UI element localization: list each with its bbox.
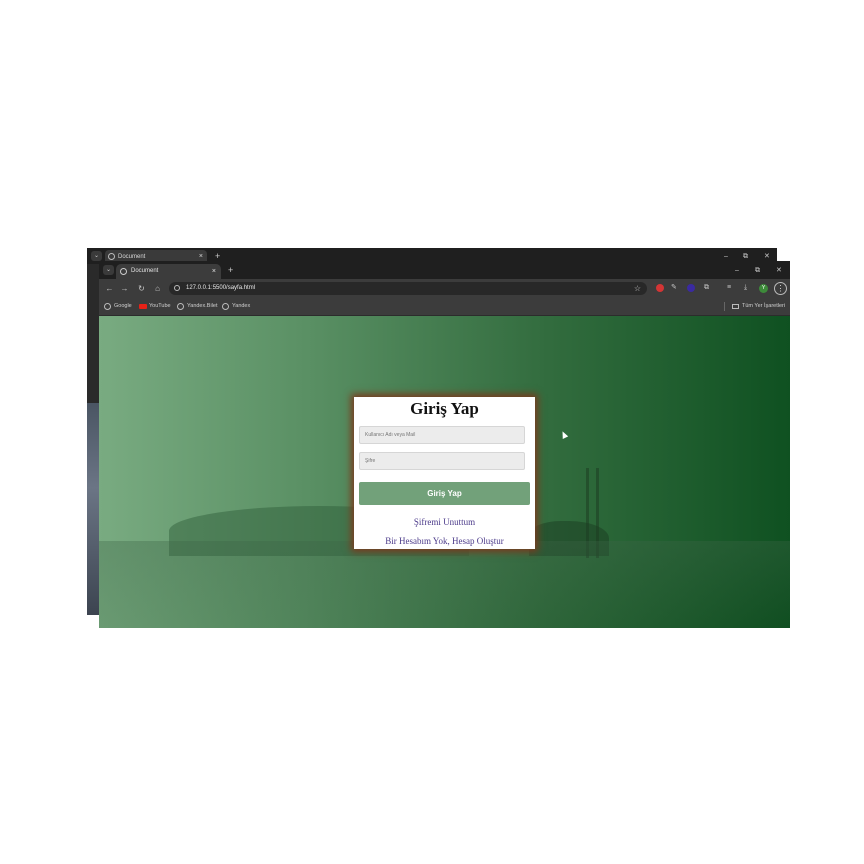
login-form: Giriş Yap Giriş Yap Şifremi Unuttum Bir … (354, 397, 535, 549)
bookmark-star-icon[interactable]: ☆ (634, 282, 641, 295)
browser-window: ⌄ Document × + – ⧉ ✕ ← → ↻ ⌂ 127.0.0.1:5… (99, 261, 790, 628)
minimize-button[interactable]: – (735, 266, 739, 276)
media-control-icon[interactable]: ≡ (727, 282, 731, 294)
globe-icon (222, 303, 229, 310)
bookmark-label: Google (114, 303, 132, 309)
extensions-puzzle-icon[interactable]: ⧉ (704, 282, 709, 294)
close-tab-icon[interactable]: × (212, 264, 216, 279)
tab-document[interactable]: Document × (116, 264, 221, 279)
background-sea (99, 541, 790, 628)
restore-button[interactable]: ⧉ (755, 266, 760, 276)
bookmark-youtube[interactable]: YouTube (139, 298, 171, 315)
address-bar[interactable]: 127.0.0.1:5500/sayfa.html ☆ (169, 282, 647, 295)
reload-icon[interactable]: ↻ (136, 283, 147, 294)
bookmarks-divider (724, 302, 725, 311)
login-button[interactable]: Giriş Yap (359, 482, 530, 505)
new-tab-button[interactable]: + (215, 251, 220, 261)
globe-icon (108, 253, 115, 260)
home-icon[interactable]: ⌂ (152, 283, 163, 294)
close-window-button[interactable]: ✕ (776, 266, 782, 276)
tab-search-button[interactable]: ⌄ (91, 251, 102, 261)
all-bookmarks-folder[interactable]: Tüm Yer İşaretleri (732, 298, 785, 315)
bookmark-google[interactable]: Google (104, 298, 132, 315)
bookmark-label: Yandex.Bilet (187, 303, 218, 309)
bookmark-label: YouTube (149, 303, 171, 309)
folder-icon (732, 304, 739, 309)
back-tab-title: Document (118, 254, 146, 260)
extension-red-icon[interactable] (656, 284, 664, 292)
address-text: 127.0.0.1:5500/sayfa.html (186, 285, 256, 291)
download-icon[interactable]: ⤓ (744, 282, 747, 294)
profile-avatar[interactable]: Y (759, 284, 768, 293)
username-input[interactable] (359, 426, 525, 444)
menu-kebab-icon[interactable]: ⋮ (774, 282, 787, 295)
bookmark-label: Yandex (232, 303, 251, 309)
globe-icon (120, 268, 127, 275)
back-window-photo (87, 403, 99, 615)
google-icon (104, 303, 111, 310)
login-title: Giriş Yap (410, 399, 479, 418)
password-input[interactable] (359, 452, 525, 470)
site-info-icon[interactable] (174, 285, 180, 291)
tab-search-button[interactable]: ⌄ (103, 265, 114, 275)
bookmarks-bar: Google YouTube Yandex.Bilet Yandex Tüm Y… (99, 298, 790, 316)
back-arrow-icon[interactable]: ← (104, 283, 115, 294)
browser-toolbar: ← → ↻ ⌂ 127.0.0.1:5500/sayfa.html ☆ ✎ ⧉ … (99, 279, 790, 298)
tabstrip: ⌄ Document × + – ⧉ ✕ (99, 261, 790, 279)
new-tab-button[interactable]: + (228, 265, 233, 275)
eyedropper-icon[interactable]: ✎ (671, 282, 677, 294)
globe-icon (177, 303, 184, 310)
tab-title: Document (131, 268, 159, 274)
extension-purple-icon[interactable] (687, 284, 695, 292)
all-bookmarks-label: Tüm Yer İşaretleri (742, 303, 786, 309)
bookmark-yandex-bilet[interactable]: Yandex.Bilet (177, 298, 217, 315)
page-content: Giriş Yap Giriş Yap Şifremi Unuttum Bir … (99, 316, 790, 628)
youtube-icon (139, 304, 147, 309)
create-account-link[interactable]: Bir Hesabım Yok, Hesap Oluştur (354, 536, 535, 546)
bookmark-yandex[interactable]: Yandex (222, 298, 250, 315)
forgot-password-link[interactable]: Şifremi Unuttum (354, 517, 535, 527)
mouse-cursor (559, 430, 569, 439)
forward-arrow-icon[interactable]: → (119, 283, 130, 294)
